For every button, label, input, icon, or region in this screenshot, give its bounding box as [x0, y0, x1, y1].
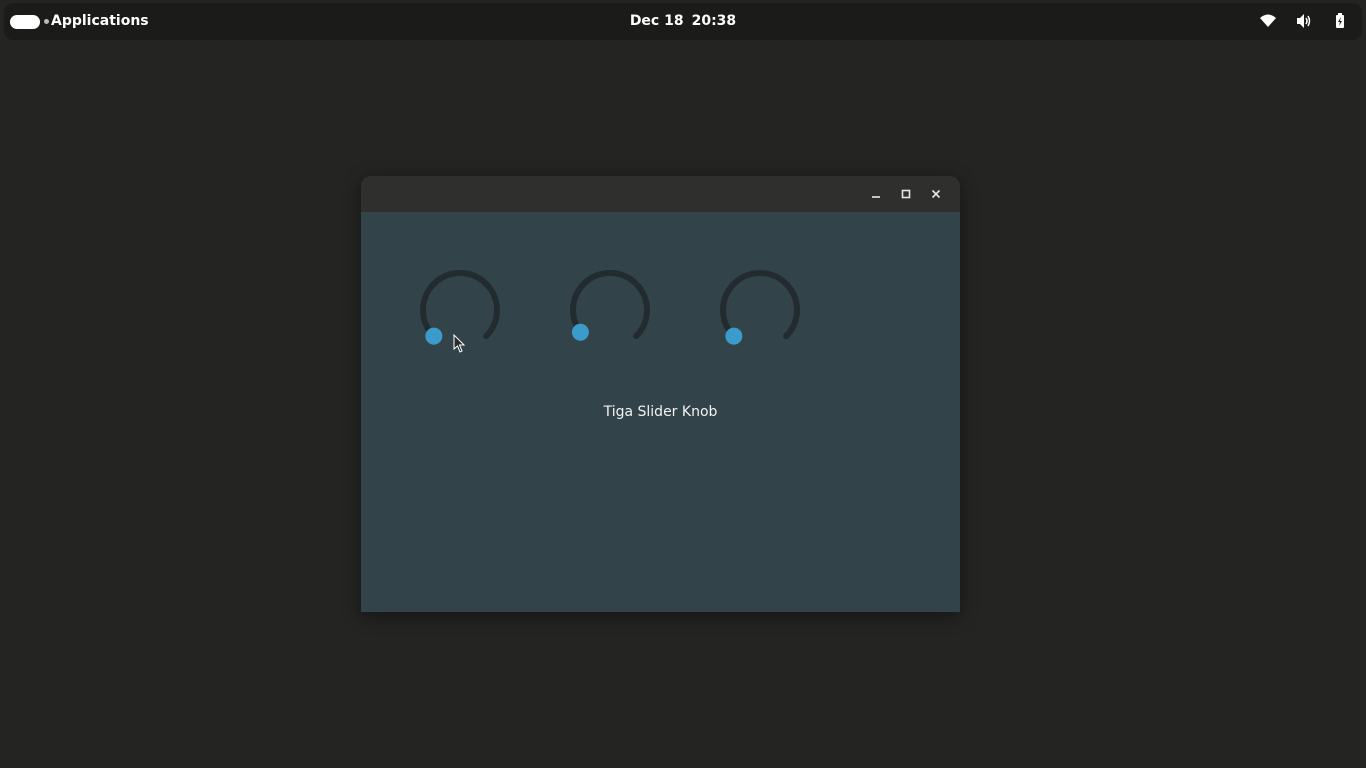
- clock-date: Dec 18: [629, 13, 684, 29]
- knob-handle[interactable]: [725, 327, 743, 345]
- minimize-icon: [872, 196, 880, 198]
- knob-track: [420, 270, 500, 340]
- maximize-icon: [901, 189, 911, 199]
- window-titlebar[interactable]: [361, 176, 960, 213]
- knob-track: [720, 270, 800, 340]
- window-content: Tiga Slider Knob: [361, 212, 960, 612]
- battery-icon[interactable]: [1331, 12, 1349, 30]
- close-button[interactable]: [926, 184, 946, 204]
- knob-handle[interactable]: [571, 323, 589, 341]
- minimize-button[interactable]: [866, 184, 886, 204]
- knob-handle[interactable]: [425, 327, 443, 345]
- app-window: Tiga Slider Knob: [361, 176, 960, 612]
- slider-knob-2[interactable]: [565, 270, 655, 360]
- volume-icon[interactable]: [1295, 12, 1313, 30]
- top-panel: Applications Dec 18 20:38: [4, 3, 1362, 40]
- close-icon: [931, 189, 941, 199]
- clock-time: 20:38: [691, 13, 737, 29]
- desktop: Applications Dec 18 20:38 Tiga Slider Kn…: [0, 0, 1366, 768]
- window-caption: Tiga Slider Knob: [603, 404, 718, 420]
- wifi-icon[interactable]: [1259, 12, 1277, 30]
- clock[interactable]: Dec 18 20:38: [4, 13, 1362, 29]
- slider-knob-3[interactable]: [715, 270, 805, 360]
- mouse-pointer-icon: [453, 334, 466, 353]
- maximize-button[interactable]: [896, 184, 916, 204]
